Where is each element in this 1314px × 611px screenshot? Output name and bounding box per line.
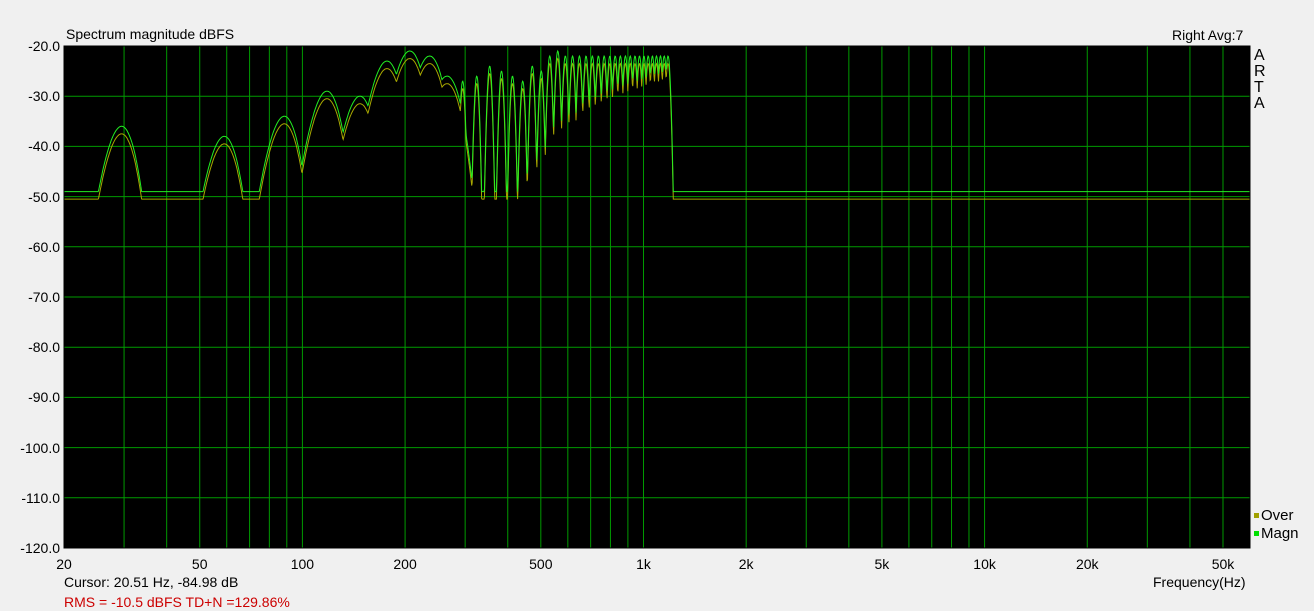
rms-readout: RMS = -10.5 dBFS TD+N =129.86% — [64, 594, 290, 610]
y-tick-label: -50.0 — [28, 188, 60, 205]
magn-swatch-icon — [1254, 531, 1259, 536]
legend-label: Magn — [1261, 525, 1299, 542]
over-swatch-icon — [1254, 513, 1259, 518]
y-tick-label: -120.0 — [20, 540, 60, 556]
legend-item-over[interactable]: Over — [1254, 507, 1294, 524]
x-tick-label: 5k — [874, 556, 890, 572]
y-tick-label: -90.0 — [28, 389, 60, 406]
y-tick-label: -60.0 — [28, 238, 60, 255]
x-tick-label: 2k — [738, 556, 754, 572]
x-tick-label: 500 — [529, 556, 553, 572]
x-tick-label: 20 — [56, 556, 72, 572]
y-tick-label: -110.0 — [21, 489, 60, 506]
spectrum-window: Spectrum magnitude dBFS Right Avg:7 A R … — [0, 0, 1314, 611]
y-tick-label: -70.0 — [28, 289, 60, 305]
x-tick-label: 1k — [636, 556, 651, 572]
x-tick-label: 20k — [1075, 556, 1099, 572]
spectrum-plot[interactable] — [0, 0, 1314, 611]
x-tick-label: 200 — [393, 556, 417, 572]
y-tick-label: -40.0 — [28, 138, 60, 155]
cursor-readout: Cursor: 20.51 Hz, -84.98 dB — [64, 574, 239, 590]
legend-item-magn[interactable]: Magn — [1254, 525, 1299, 542]
x-tick-label: 50k — [1211, 556, 1235, 572]
x-tick-label: 100 — [290, 556, 315, 572]
y-tick-label: -20.0 — [28, 38, 60, 54]
y-tick-label: -30.0 — [28, 88, 60, 105]
x-tick-label: 10k — [973, 556, 996, 572]
x-axis-unit: Frequency(Hz) — [1153, 574, 1246, 590]
x-tick-label: 50 — [191, 556, 208, 572]
y-tick-label: -100.0 — [20, 439, 60, 456]
legend-label: Over — [1261, 507, 1294, 524]
y-tick-label: -80.0 — [28, 339, 60, 356]
